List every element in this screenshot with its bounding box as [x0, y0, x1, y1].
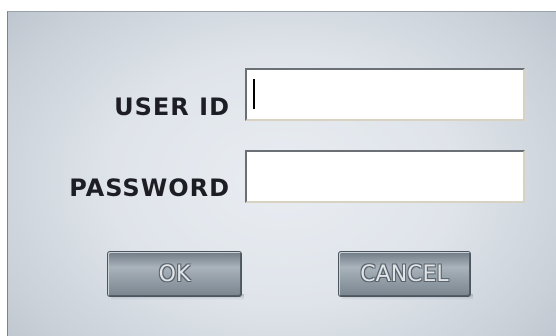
ok-button[interactable]: OK: [107, 251, 242, 297]
user-id-label: USER ID: [114, 93, 230, 121]
text-caret: [253, 79, 255, 109]
cancel-button[interactable]: CANCEL: [338, 251, 471, 297]
password-label: PASSWORD: [69, 174, 230, 202]
user-id-input[interactable]: [245, 68, 525, 121]
password-input[interactable]: [245, 150, 525, 203]
